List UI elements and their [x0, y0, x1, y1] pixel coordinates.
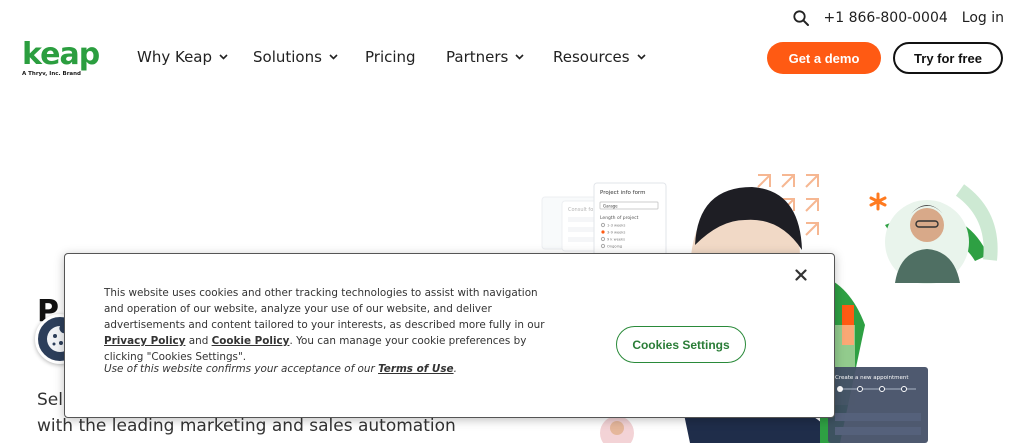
nav-item-why-keap[interactable]: Why Keap	[137, 47, 253, 67]
form-option: 3-9 weeks	[607, 231, 625, 235]
cookie-banner-text: This website uses cookies and other trac…	[104, 285, 559, 365]
form-length-label: Length of project	[600, 215, 639, 221]
nav-item-label: Solutions	[253, 48, 322, 66]
nav-item-label: Partners	[446, 48, 509, 66]
logo-wordmark: keap	[22, 37, 100, 72]
privacy-policy-link[interactable]: Privacy Policy	[104, 335, 185, 347]
get-a-demo-button[interactable]: Get a demo	[767, 42, 881, 74]
terms-of-use-link[interactable]: Terms of Use	[378, 363, 454, 375]
appointment-title: Create a new appointment	[835, 375, 909, 381]
chevron-down-icon	[219, 54, 228, 60]
chevron-down-icon	[329, 54, 338, 60]
asterisk-icon	[869, 192, 887, 211]
phone-link[interactable]: +1 866-800-0004	[824, 10, 948, 26]
avatar-man	[885, 200, 969, 284]
form-option: 1-3 weeks	[607, 224, 625, 228]
close-icon	[795, 269, 807, 281]
nav-item-label: Pricing	[365, 48, 416, 66]
try-for-free-button[interactable]: Try for free	[893, 42, 1003, 74]
close-banner-button[interactable]	[791, 265, 811, 285]
appointment-card: Create a new appointment	[828, 367, 928, 443]
cookie-policy-link[interactable]: Cookie Policy	[212, 335, 290, 347]
usage-end: .	[453, 363, 457, 375]
main-nav: Why Keap Solutions Pricing Partners Reso…	[137, 47, 646, 67]
form-select-value: Garage	[603, 204, 618, 209]
search-icon[interactable]	[792, 9, 810, 27]
cookie-text-and: and	[185, 335, 212, 347]
nav-item-label: Why Keap	[137, 48, 213, 66]
cookie-banner-usage: Use of this website confirms your accept…	[104, 363, 559, 375]
nav-item-resources[interactable]: Resources	[553, 47, 646, 67]
nav-item-solutions[interactable]: Solutions	[253, 47, 365, 67]
avatar-woman	[600, 416, 634, 443]
usage-text: Use of this website confirms your accept…	[104, 363, 379, 375]
consult-label: Consult fo	[568, 207, 593, 213]
cookie-banner: This website uses cookies and other trac…	[64, 253, 835, 418]
form-title: Project info form	[600, 190, 645, 196]
login-link[interactable]: Log in	[962, 10, 1004, 26]
form-option: Ongoing	[607, 245, 622, 249]
cookies-settings-button[interactable]: Cookies Settings	[616, 326, 746, 363]
utility-bar: +1 866-800-0004 Log in	[792, 8, 1004, 28]
form-option: 9 k weeks	[607, 238, 625, 242]
keap-logo[interactable]: keap A Thryv, Inc. Brand	[22, 40, 102, 80]
chevron-down-icon	[637, 54, 646, 60]
nav-item-partners[interactable]: Partners	[446, 47, 553, 67]
nav-item-label: Resources	[553, 48, 630, 66]
cookie-text-part1: This website uses cookies and other trac…	[104, 287, 545, 331]
nav-item-pricing[interactable]: Pricing	[365, 47, 446, 67]
chevron-down-icon	[515, 54, 524, 60]
